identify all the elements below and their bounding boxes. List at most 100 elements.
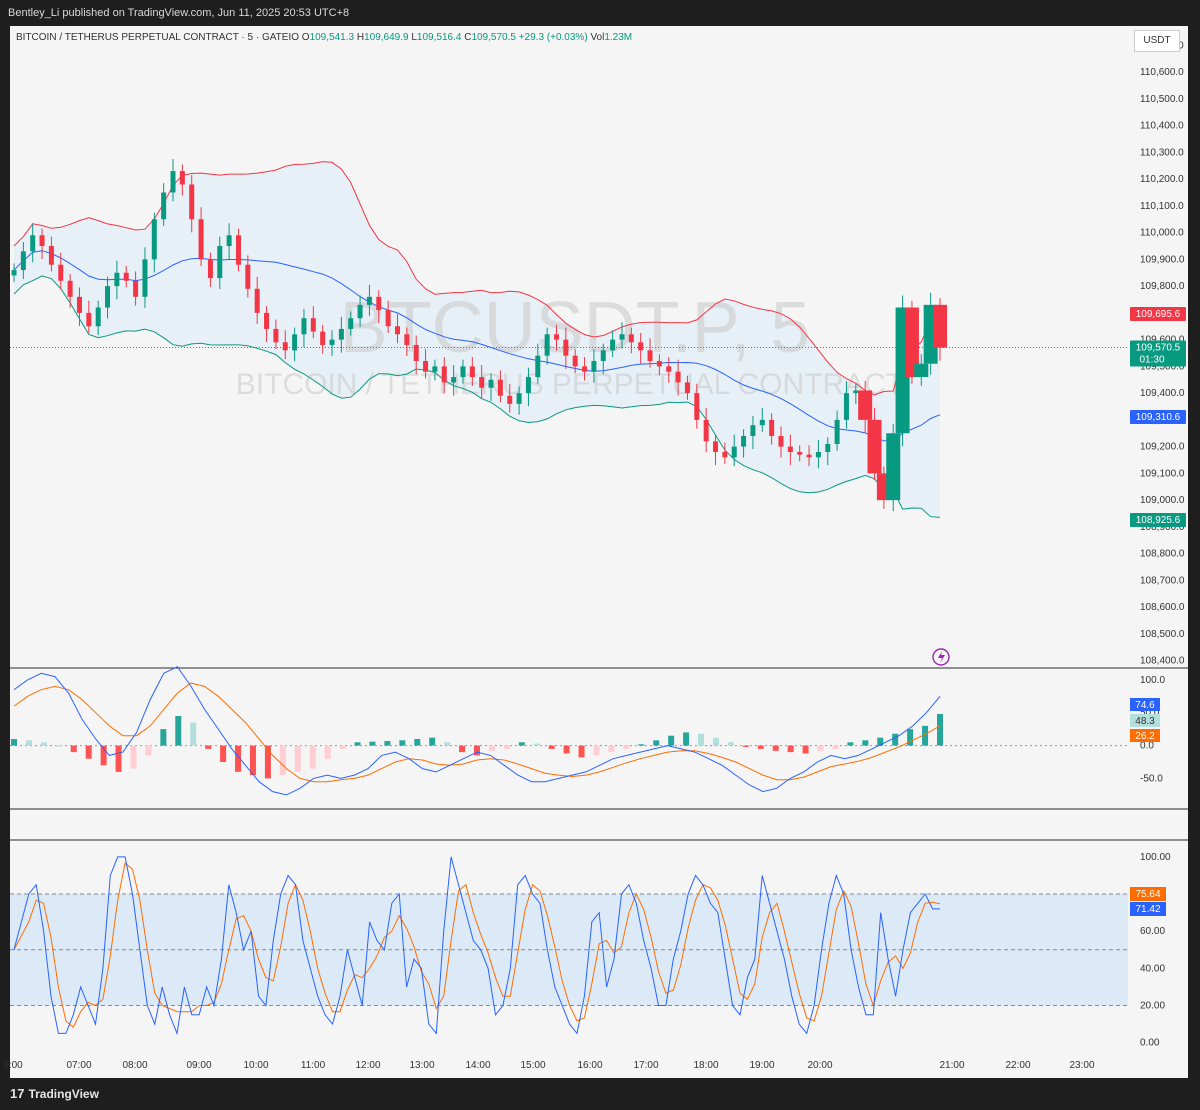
candle-body[interactable]	[507, 395, 513, 404]
candle-body[interactable]	[582, 366, 588, 372]
candle-body[interactable]	[301, 318, 307, 335]
candle-body[interactable]	[217, 245, 223, 279]
candle-body[interactable]	[769, 419, 775, 436]
candle-body[interactable]	[394, 326, 400, 335]
candle-body[interactable]	[497, 379, 503, 396]
candle-body[interactable]	[198, 219, 204, 260]
candle-body[interactable]	[226, 235, 232, 246]
candle-body[interactable]	[834, 419, 840, 444]
candle-body[interactable]	[413, 344, 419, 362]
candle-body[interactable]	[142, 259, 148, 297]
candle-body[interactable]	[666, 366, 672, 372]
candle-body[interactable]	[647, 350, 653, 362]
high-label: H	[356, 32, 365, 43]
candle-body[interactable]	[123, 272, 129, 281]
candle-body[interactable]	[843, 393, 849, 420]
symbol-legend[interactable]: BITCOIN / TETHERUS PERPETUAL CONTRACT · …	[16, 32, 632, 43]
candle-body[interactable]	[713, 441, 719, 452]
candle-body[interactable]	[853, 390, 859, 394]
candle-body[interactable]	[787, 446, 793, 452]
candle-body[interactable]	[48, 245, 54, 265]
candle-body[interactable]	[554, 334, 560, 340]
candle-body[interactable]	[867, 419, 882, 474]
candle-body[interactable]	[806, 454, 812, 458]
candle-body[interactable]	[479, 377, 485, 388]
candle-body[interactable]	[385, 310, 391, 327]
candle-body[interactable]	[320, 331, 326, 345]
candle-body[interactable]	[451, 377, 457, 383]
candle-body[interactable]	[376, 296, 382, 311]
candle-body[interactable]	[273, 328, 279, 343]
candle-body[interactable]	[20, 251, 26, 271]
candle-body[interactable]	[544, 334, 550, 356]
candle-body[interactable]	[469, 366, 475, 378]
candle-body[interactable]	[366, 296, 372, 305]
candle-body[interactable]	[423, 361, 429, 372]
candle-body[interactable]	[572, 355, 578, 367]
candle-body[interactable]	[170, 171, 176, 193]
candle-body[interactable]	[114, 272, 120, 287]
candle-body[interactable]	[105, 286, 111, 308]
tradingview-logo[interactable]: 17 TradingView	[10, 1086, 99, 1101]
candle-body[interactable]	[914, 363, 929, 378]
candle-body[interactable]	[516, 393, 522, 404]
candle-body[interactable]	[207, 259, 213, 279]
candle-body[interactable]	[189, 184, 195, 220]
candle-body[interactable]	[133, 280, 139, 297]
candle-body[interactable]	[488, 379, 494, 388]
candle-body[interactable]	[86, 312, 92, 327]
candle-body[interactable]	[741, 435, 747, 447]
candle-body[interactable]	[254, 288, 260, 313]
candle-body[interactable]	[797, 451, 803, 455]
chart-svg[interactable]: 110,700.0110,600.0110,500.0110,400.0110,…	[0, 0, 1200, 1110]
candle-body[interactable]	[778, 435, 784, 447]
candle-body[interactable]	[610, 339, 616, 351]
candle-body[interactable]	[67, 280, 73, 297]
candle-body[interactable]	[161, 192, 167, 220]
candle-body[interactable]	[441, 366, 447, 383]
candle-body[interactable]	[357, 304, 363, 319]
currency-button[interactable]: USDT	[1134, 30, 1180, 52]
candle-body[interactable]	[759, 419, 765, 426]
candle-body[interactable]	[404, 334, 410, 345]
candle-body[interactable]	[933, 304, 947, 348]
candle-body[interactable]	[264, 312, 270, 329]
candle-body[interactable]	[825, 443, 831, 452]
candle-body[interactable]	[600, 350, 606, 362]
candle-body[interactable]	[235, 235, 241, 265]
candle-body[interactable]	[675, 371, 681, 383]
candle-body[interactable]	[638, 342, 644, 351]
candle-body[interactable]	[815, 451, 821, 458]
candle-body[interactable]	[282, 342, 288, 351]
candle-body[interactable]	[619, 334, 625, 340]
candle-body[interactable]	[30, 235, 36, 252]
stoch-tick-label: 100.00	[1140, 852, 1171, 863]
candle-body[interactable]	[858, 390, 873, 420]
candle-body[interactable]	[39, 235, 45, 246]
candle-body[interactable]	[628, 334, 634, 343]
candle-body[interactable]	[460, 366, 466, 378]
candle-body[interactable]	[703, 419, 709, 442]
candle-body[interactable]	[750, 425, 756, 436]
candle-body[interactable]	[722, 451, 728, 458]
candle-body[interactable]	[11, 270, 17, 276]
candle-body[interactable]	[525, 377, 531, 394]
candle-body[interactable]	[694, 393, 700, 420]
candle-body[interactable]	[310, 318, 316, 332]
candle-body[interactable]	[329, 339, 335, 345]
candle-body[interactable]	[731, 446, 737, 458]
candle-body[interactable]	[656, 361, 662, 367]
candle-body[interactable]	[886, 433, 901, 501]
candle-body[interactable]	[432, 366, 438, 372]
candle-body[interactable]	[348, 318, 354, 329]
candle-body[interactable]	[535, 355, 541, 378]
candle-body[interactable]	[591, 361, 597, 372]
candle-body[interactable]	[95, 307, 101, 327]
candle-body[interactable]	[179, 171, 185, 185]
candle-body[interactable]	[245, 264, 251, 289]
candle-body[interactable]	[58, 264, 64, 281]
candle-body[interactable]	[76, 296, 82, 313]
candle-body[interactable]	[684, 382, 690, 394]
candle-body[interactable]	[151, 219, 157, 260]
candle-body[interactable]	[338, 328, 344, 340]
